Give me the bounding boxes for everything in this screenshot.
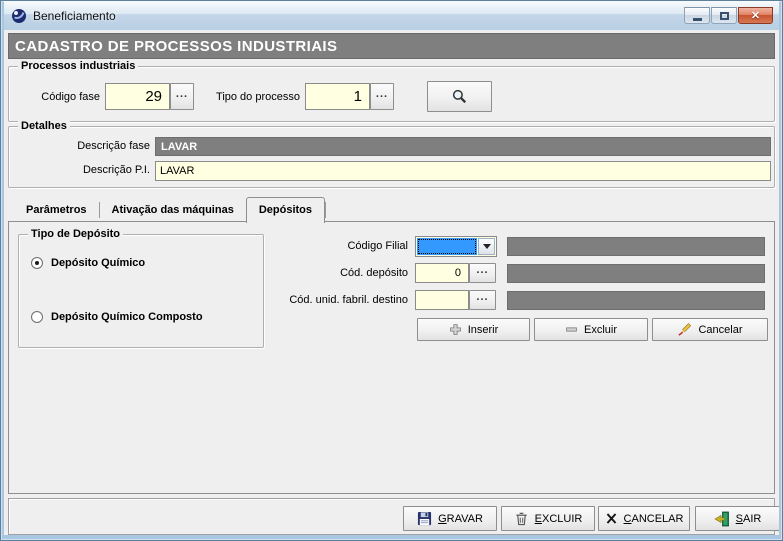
cod-deposito-desc-field xyxy=(507,264,765,283)
radio-deposito-quimico-composto[interactable]: Depósito Químico Composto xyxy=(31,311,203,323)
radio-button-icon xyxy=(31,257,43,269)
cod-unid-fabril-destino-desc-field xyxy=(507,291,765,310)
search-icon xyxy=(451,88,468,105)
gravar-button[interactable]: GRAVAR xyxy=(403,506,497,531)
footer-panel: GRAVAR EXCLUIR CANCELAR xyxy=(8,498,775,535)
tab-depositos[interactable]: Depósitos xyxy=(246,197,325,223)
radio-deposito-quimico[interactable]: Depósito Químico xyxy=(31,257,145,269)
codigo-fase-browse-button[interactable]: ... xyxy=(170,83,194,110)
excluir-button[interactable]: EXCLUIR xyxy=(501,506,595,531)
codigo-fase-label: Código fase xyxy=(24,91,100,103)
minimize-icon xyxy=(693,18,702,21)
codigo-fase-input[interactable]: 29 xyxy=(105,83,170,110)
close-icon: ✕ xyxy=(751,9,760,22)
x-mark-icon xyxy=(605,512,618,525)
maximize-icon xyxy=(720,12,729,20)
close-button[interactable]: ✕ xyxy=(738,7,773,24)
minimize-button[interactable] xyxy=(684,7,710,24)
codigo-filial-selected-value xyxy=(417,238,477,255)
plus-icon xyxy=(449,323,462,336)
group-tipo-deposito-title: Tipo de Depósito xyxy=(28,228,123,240)
cod-deposito-browse-button[interactable]: ... xyxy=(469,263,496,283)
client-area: CADASTRO DE PROCESSOS INDUSTRIAIS Proces… xyxy=(4,30,779,535)
descricao-fase-field: LAVAR xyxy=(155,137,771,156)
ellipsis-icon: ... xyxy=(176,91,188,103)
window-title: Beneficiamento xyxy=(33,9,116,23)
group-processos-title: Processos industriais xyxy=(18,60,138,72)
sair-button[interactable]: SAIR xyxy=(695,506,779,531)
group-tipo-deposito: Tipo de Depósito Depósito Químico Depósi… xyxy=(18,234,264,348)
inserir-button[interactable]: Inserir xyxy=(417,318,530,341)
descricao-pi-input[interactable]: LAVAR xyxy=(155,161,771,181)
search-button[interactable] xyxy=(427,81,492,112)
tab-parametros[interactable]: Parâmetros xyxy=(14,201,99,222)
ellipsis-icon: ... xyxy=(376,91,388,103)
tab-strip: Parâmetros Ativação das máquinas Depósit… xyxy=(14,196,326,222)
tab-ativacao-das-maquinas[interactable]: Ativação das máquinas xyxy=(100,201,246,222)
descricao-pi-label: Descrição P.I. xyxy=(50,164,150,176)
cod-unid-fabril-destino-label: Cód. unid. fabril. destino xyxy=(258,294,408,306)
cancelar-button[interactable]: CANCELAR xyxy=(598,506,690,531)
codigo-filial-desc-field xyxy=(507,237,765,256)
exit-door-icon xyxy=(714,511,730,527)
app-window: Beneficiamento ✕ CADASTRO DE PROCESSOS I… xyxy=(0,0,783,541)
page-title: CADASTRO DE PROCESSOS INDUSTRIAIS xyxy=(8,33,775,59)
codigo-filial-dropdown-button[interactable] xyxy=(478,238,495,255)
cod-unid-fabril-destino-input[interactable] xyxy=(415,290,469,310)
tipo-processo-label: Tipo do processo xyxy=(210,91,300,103)
cod-deposito-input[interactable]: 0 xyxy=(415,263,469,283)
group-detalhes-title: Detalhes xyxy=(18,120,70,132)
minus-icon xyxy=(565,323,578,336)
ellipsis-icon: ... xyxy=(476,294,488,306)
maximize-button[interactable] xyxy=(711,7,737,24)
ellipsis-icon: ... xyxy=(476,267,488,279)
chevron-down-icon xyxy=(483,244,491,249)
cod-unid-fabril-destino-browse-button[interactable]: ... xyxy=(469,290,496,310)
codigo-filial-combobox[interactable] xyxy=(415,236,497,257)
app-icon xyxy=(11,8,27,24)
descricao-fase-label: Descrição fase xyxy=(50,140,150,152)
radio-button-icon xyxy=(31,311,43,323)
cod-deposito-label: Cód. depósito xyxy=(258,267,408,279)
floppy-disk-icon xyxy=(417,511,432,526)
tipo-processo-browse-button[interactable]: ... xyxy=(370,83,394,110)
tipo-processo-input[interactable]: 1 xyxy=(305,83,370,110)
titlebar: Beneficiamento ✕ xyxy=(4,1,779,30)
tab-separator xyxy=(325,202,326,218)
trash-icon xyxy=(514,511,529,526)
codigo-filial-label: Código Filial xyxy=(258,240,408,252)
excluir-row-button[interactable]: Excluir xyxy=(534,318,648,341)
pencil-icon xyxy=(677,322,692,337)
cancelar-row-button[interactable]: Cancelar xyxy=(652,318,768,341)
